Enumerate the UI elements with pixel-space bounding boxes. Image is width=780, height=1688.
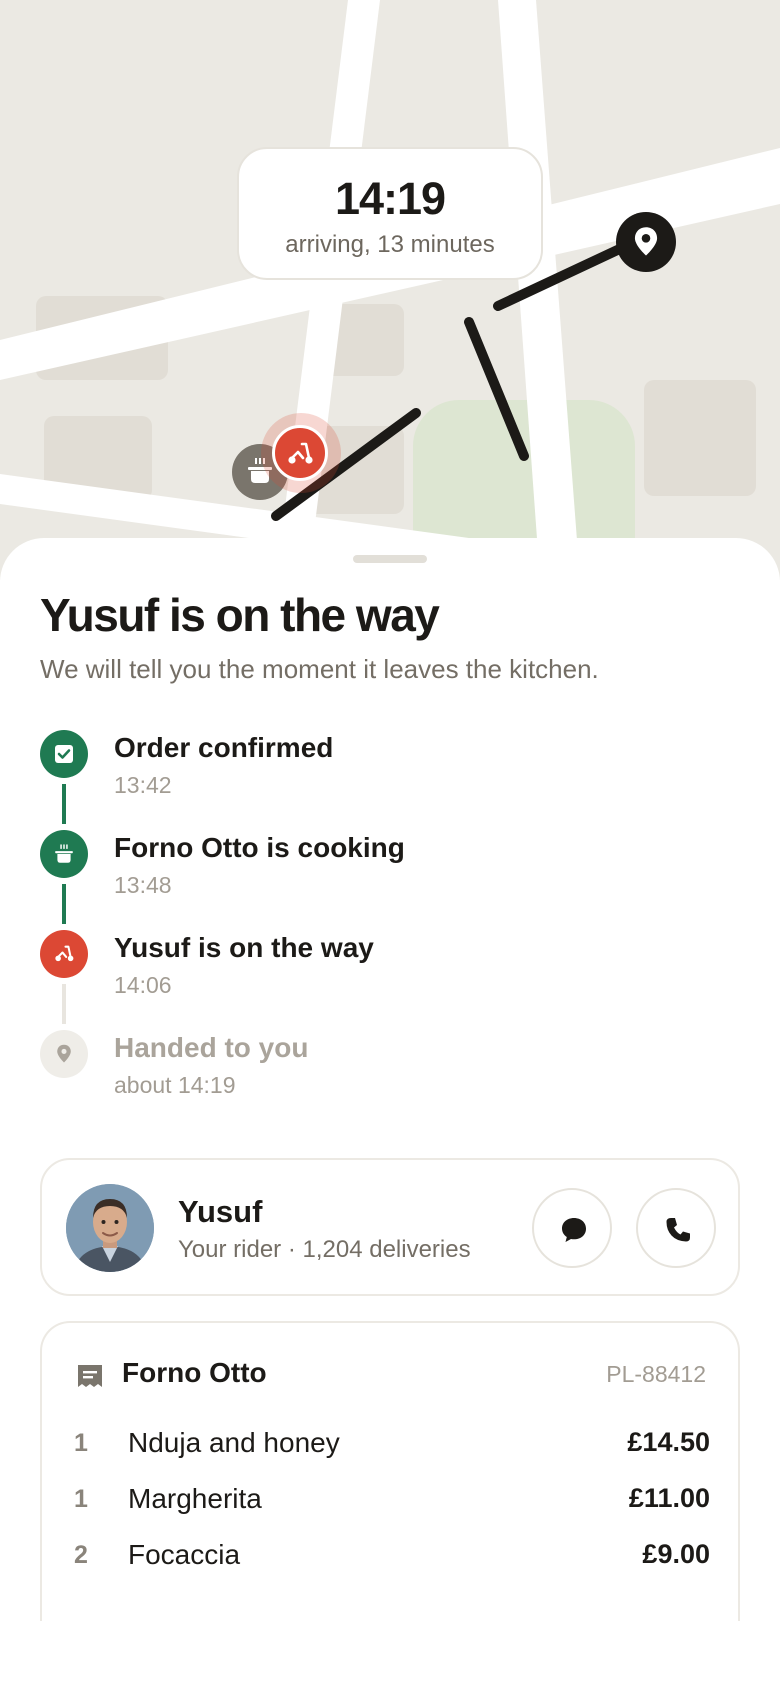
step-label: Forno Otto is cooking xyxy=(114,832,405,863)
step-status-dot xyxy=(40,830,88,878)
eta-subtitle: arriving, 13 minutes xyxy=(285,231,495,258)
eta-card: 14:19 arriving, 13 minutes xyxy=(237,147,543,280)
item-price: £14.50 xyxy=(627,1427,710,1457)
phone-icon xyxy=(666,1218,690,1242)
rider-marker[interactable] xyxy=(272,425,328,481)
step-connector xyxy=(62,984,66,1024)
order-restaurant-name: Forno Otto xyxy=(122,1357,267,1388)
sheet-drag-handle[interactable] xyxy=(353,555,427,563)
rider-avatar[interactable] xyxy=(66,1184,154,1272)
step-status-dot xyxy=(40,930,88,978)
item-price: £11.00 xyxy=(628,1483,710,1513)
scooter-icon xyxy=(55,945,74,962)
scooter-icon xyxy=(288,442,313,464)
bottom-sheet: Yusuf is on the way We will tell you the… xyxy=(0,538,780,1688)
step-label: Handed to you xyxy=(114,1032,309,1063)
receipt-icon xyxy=(78,1365,102,1387)
eta-time: 14:19 xyxy=(334,173,446,224)
timeline-step-handed-over: Handed to you about 14:19 xyxy=(40,1030,740,1130)
item-quantity: 1 xyxy=(74,1485,88,1513)
rider-meta: Your rider · 1,204 deliveries xyxy=(178,1236,471,1263)
step-label: Yusuf is on the way xyxy=(114,932,374,963)
item-name: Nduja and honey xyxy=(128,1427,340,1458)
status-subtitle: We will tell you the moment it leaves th… xyxy=(40,654,599,684)
map-pin-icon xyxy=(57,1044,71,1063)
item-quantity: 1 xyxy=(74,1429,88,1457)
map-view[interactable]: 14:19 arriving, 13 minutes xyxy=(0,0,780,580)
step-status-dot xyxy=(40,1030,88,1078)
order-summary-card: Forno Otto PL-88412 1 Nduja and honey £1… xyxy=(40,1321,740,1621)
step-time: 13:42 xyxy=(114,772,172,798)
order-item: 2 Focaccia £9.00 xyxy=(74,1537,710,1577)
item-price: £9.00 xyxy=(642,1539,710,1569)
chat-button[interactable] xyxy=(532,1188,612,1268)
timeline-step-order-confirmed: Order confirmed 13:42 xyxy=(40,730,740,830)
rider-name: Yusuf xyxy=(178,1194,263,1229)
timeline-step-cooking: Forno Otto is cooking 13:48 xyxy=(40,830,740,930)
step-status-dot xyxy=(40,730,88,778)
cooking-pot-icon xyxy=(55,844,73,863)
item-name: Focaccia xyxy=(128,1539,241,1570)
order-item: 1 Nduja and honey £14.50 xyxy=(74,1425,710,1465)
rider-card: Yusuf Your rider · 1,204 deliveries xyxy=(40,1158,740,1296)
status-title: Yusuf is on the way xyxy=(40,589,440,641)
item-name: Margherita xyxy=(128,1483,262,1514)
step-label: Order confirmed xyxy=(114,732,334,763)
order-item: 1 Margherita £11.00 xyxy=(74,1481,710,1521)
step-time: 14:06 xyxy=(114,972,172,998)
map-base xyxy=(0,0,780,580)
step-time: 13:48 xyxy=(114,872,172,898)
step-connector xyxy=(62,784,66,824)
step-time: about 14:19 xyxy=(114,1072,236,1098)
timeline-step-on-the-way: Yusuf is on the way 14:06 xyxy=(40,930,740,1030)
step-connector xyxy=(62,884,66,924)
map-pin-icon xyxy=(634,227,658,256)
chat-icon xyxy=(562,1218,586,1242)
destination-marker[interactable] xyxy=(616,212,676,272)
call-button[interactable] xyxy=(636,1188,716,1268)
order-id: PL-88412 xyxy=(606,1361,706,1387)
item-quantity: 2 xyxy=(74,1541,88,1569)
rider-photo xyxy=(66,1184,154,1272)
check-icon xyxy=(55,745,73,763)
